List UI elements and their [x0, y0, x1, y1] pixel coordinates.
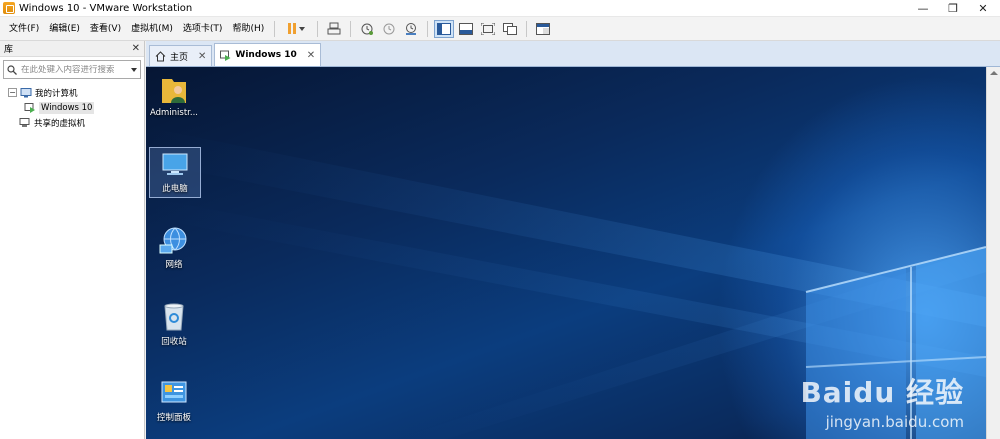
shared-vm-icon — [19, 117, 30, 127]
window-title: Windows 10 - VMware Workstation — [19, 2, 193, 14]
tree-label: Windows 10 — [39, 101, 95, 114]
close-button[interactable]: ✕ — [968, 0, 998, 17]
tab-label: 主页 — [170, 52, 189, 63]
full-screen-button[interactable] — [478, 20, 498, 38]
library-tree: − 我的计算机 Windows 10 共享的虚拟机 — [0, 83, 144, 130]
library-title: 库 — [4, 45, 14, 55]
library-close-button[interactable]: ✕ — [132, 43, 140, 54]
pause-icon — [287, 23, 296, 34]
search-icon — [7, 64, 17, 75]
tab-close-button[interactable]: ✕ — [307, 50, 315, 61]
thumbnail-bar-button[interactable] — [456, 20, 476, 38]
minimize-button[interactable]: — — [908, 0, 938, 17]
computer-icon — [20, 87, 32, 97]
guest-desktop[interactable]: Administr... 此电脑 网络 回收站 控制面板 Baidu 经验 ji… — [146, 67, 986, 439]
desktop-icon-control-panel[interactable]: 控制面板 — [148, 378, 200, 423]
snapshot-manager-button[interactable] — [401, 20, 421, 38]
tab-home[interactable]: 主页 ✕ — [149, 45, 213, 66]
pause-button[interactable] — [281, 20, 311, 38]
show-library-button[interactable] — [434, 19, 455, 38]
tab-close-button[interactable]: ✕ — [198, 51, 206, 62]
tree-label: 我的计算机 — [35, 88, 78, 99]
desktop-icon-this-pc[interactable]: 此电脑 — [149, 147, 201, 198]
full-screen-icon — [481, 22, 496, 35]
desktop-icon-label: 此电脑 — [162, 184, 188, 194]
title-bar: Windows 10 - VMware Workstation — ❐ ✕ — [0, 0, 1000, 17]
library-header: 库 ✕ — [0, 41, 144, 57]
take-snapshot-button[interactable] — [357, 20, 377, 38]
vertical-scrollbar[interactable] — [986, 67, 1000, 439]
desktop-icon-administrator[interactable]: Administr... — [148, 73, 200, 118]
desktop-icon-label: 网络 — [165, 260, 183, 270]
restore-button[interactable]: ❐ — [938, 0, 968, 17]
menu-tabs[interactable]: 选项卡(T) — [178, 17, 228, 41]
baidu-watermark: Baidu 经验 jingyan.baidu.com — [800, 371, 964, 431]
control-panel-icon — [161, 381, 187, 403]
menu-toolbar: 文件(F) 编辑(E) 查看(V) 虚拟机(M) 选项卡(T) 帮助(H) — [0, 17, 1000, 41]
menu-edit[interactable]: 编辑(E) — [44, 17, 85, 41]
tab-strip: 主页 ✕ Windows 10 ✕ — [146, 41, 1000, 67]
running-vm-icon — [24, 102, 35, 113]
library-panel: 库 ✕ − 我的计算机 Windows 10 共享的虚拟机 — [0, 41, 145, 439]
unity-icon — [503, 22, 518, 35]
tree-item-windows10[interactable]: Windows 10 — [0, 100, 144, 115]
recycle-bin-icon — [164, 303, 184, 331]
snapshot-manager-icon — [406, 22, 417, 35]
running-vm-icon — [220, 50, 231, 61]
library-search-box[interactable] — [3, 60, 141, 79]
toolbar-separator — [526, 20, 528, 37]
send-ctrl-alt-del-icon — [327, 22, 341, 34]
desktop-icon-label: 控制面板 — [156, 413, 191, 423]
network-globe-icon — [159, 227, 187, 254]
unity-button[interactable] — [500, 20, 520, 38]
menu-help[interactable]: 帮助(H) — [227, 17, 269, 41]
snapshot-icon — [361, 23, 374, 35]
console-view-button[interactable] — [533, 20, 553, 38]
menu-vm[interactable]: 虚拟机(M) — [126, 17, 178, 41]
console-view-icon — [536, 22, 551, 35]
desktop-icon-label: 回收站 — [161, 337, 187, 347]
show-library-icon — [437, 22, 452, 35]
user-folder-icon — [162, 79, 186, 103]
chevron-down-icon[interactable] — [131, 67, 137, 72]
tree-item-shared-vms[interactable]: 共享的虚拟机 — [0, 115, 144, 130]
toolbar-separator — [274, 20, 276, 37]
monitor-icon — [162, 153, 188, 175]
toolbar-separator — [317, 20, 319, 37]
menu-view[interactable]: 查看(V) — [85, 17, 126, 41]
toolbar-separator — [350, 20, 352, 37]
revert-snapshot-icon — [383, 23, 395, 34]
chevron-down-icon — [298, 26, 305, 31]
desktop-icon-network[interactable]: 网络 — [148, 225, 200, 270]
home-icon — [155, 50, 166, 61]
tab-label: Windows 10 — [235, 50, 297, 60]
desktop-icon-label: Administr... — [149, 108, 199, 118]
toolbar-separator — [427, 20, 429, 37]
menu-file[interactable]: 文件(F) — [4, 17, 44, 41]
collapse-toggle-icon[interactable]: − — [8, 88, 17, 97]
watermark-url: jingyan.baidu.com — [825, 413, 964, 431]
watermark-logo: Baidu 经验 — [800, 376, 964, 409]
desktop-icon-recycle-bin[interactable]: 回收站 — [148, 300, 200, 347]
vmware-app-icon — [3, 2, 15, 14]
revert-snapshot-button[interactable] — [379, 20, 399, 38]
tree-item-my-computer[interactable]: − 我的计算机 — [0, 85, 144, 100]
scroll-up-icon[interactable] — [989, 71, 998, 75]
tree-label: 共享的虚拟机 — [34, 118, 86, 129]
send-ctrl-alt-del-button[interactable] — [324, 20, 344, 38]
thumbnail-bar-icon — [459, 22, 474, 35]
library-search-input[interactable] — [21, 64, 131, 75]
tab-windows10[interactable]: Windows 10 ✕ — [214, 43, 322, 66]
